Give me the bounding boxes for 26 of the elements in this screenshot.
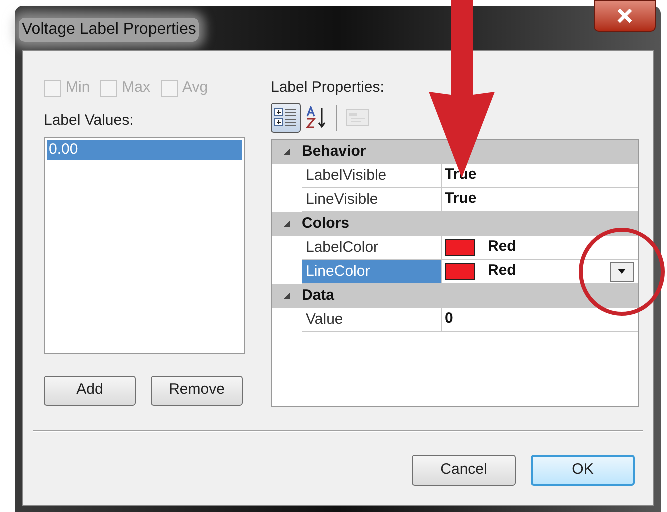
- category-heading: Data: [302, 286, 335, 306]
- property-value: True: [445, 189, 477, 210]
- label-properties-label: Label Properties:: [271, 78, 386, 98]
- property-value: Red: [488, 261, 516, 282]
- property-value: Red: [488, 237, 516, 258]
- close-button[interactable]: [594, 0, 656, 32]
- categorized-view-button[interactable]: [271, 103, 301, 133]
- property-name[interactable]: LabelColor: [302, 236, 442, 259]
- property-name[interactable]: Value: [302, 308, 442, 331]
- collapse-icon[interactable]: [283, 148, 291, 156]
- category-heading: Colors: [302, 214, 350, 234]
- collapse-icon[interactable]: [283, 220, 291, 228]
- property-name[interactable]: LabelVisible: [302, 164, 442, 187]
- list-button[interactable]: Add: [44, 376, 136, 406]
- list-button[interactable]: Remove: [151, 376, 243, 406]
- property-name[interactable]: LineVisible: [302, 188, 442, 211]
- caret-icon: [618, 269, 626, 274]
- dropdown-button[interactable]: [610, 262, 634, 282]
- close-icon: [617, 9, 633, 23]
- window-title: Voltage Label Properties: [19, 18, 200, 42]
- collapse-icon[interactable]: [283, 292, 291, 300]
- category-heading: Behavior: [302, 142, 366, 162]
- dialog-button[interactable]: OK: [531, 455, 635, 486]
- dialog-button[interactable]: Cancel: [412, 455, 516, 486]
- property-value: 0: [445, 309, 454, 330]
- label-values-label: Label Values:: [44, 111, 135, 131]
